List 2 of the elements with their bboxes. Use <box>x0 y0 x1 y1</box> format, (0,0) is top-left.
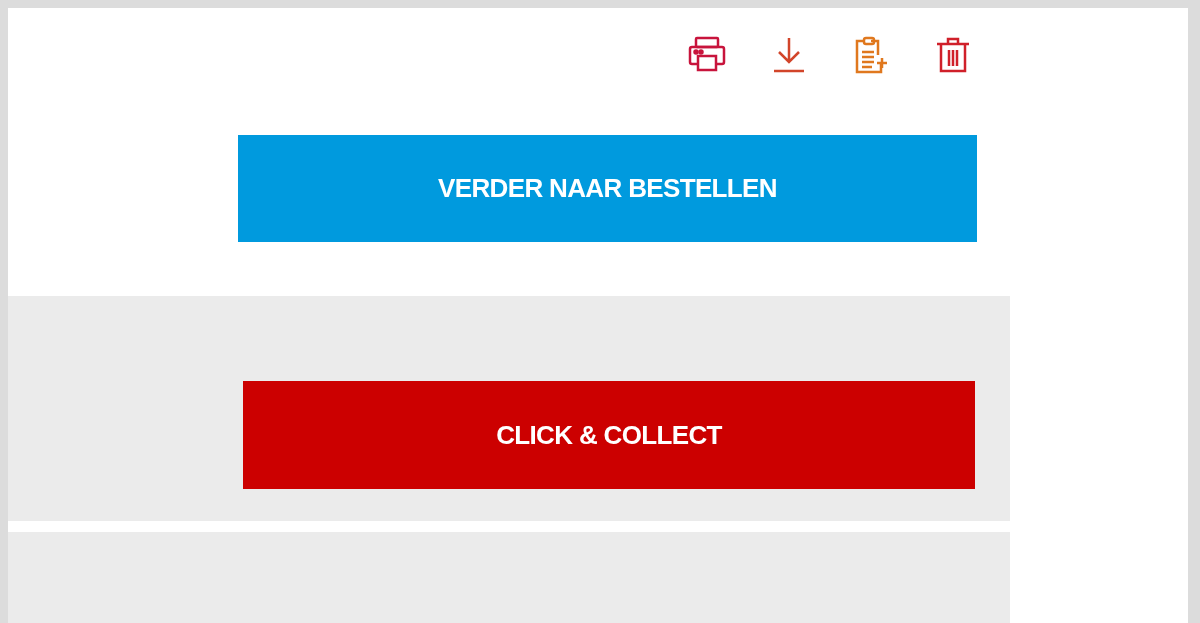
checkout-button[interactable]: VERDER NAAR BESTELLEN <box>238 135 977 242</box>
click-and-collect-button[interactable]: CLICK & COLLECT <box>243 381 975 489</box>
